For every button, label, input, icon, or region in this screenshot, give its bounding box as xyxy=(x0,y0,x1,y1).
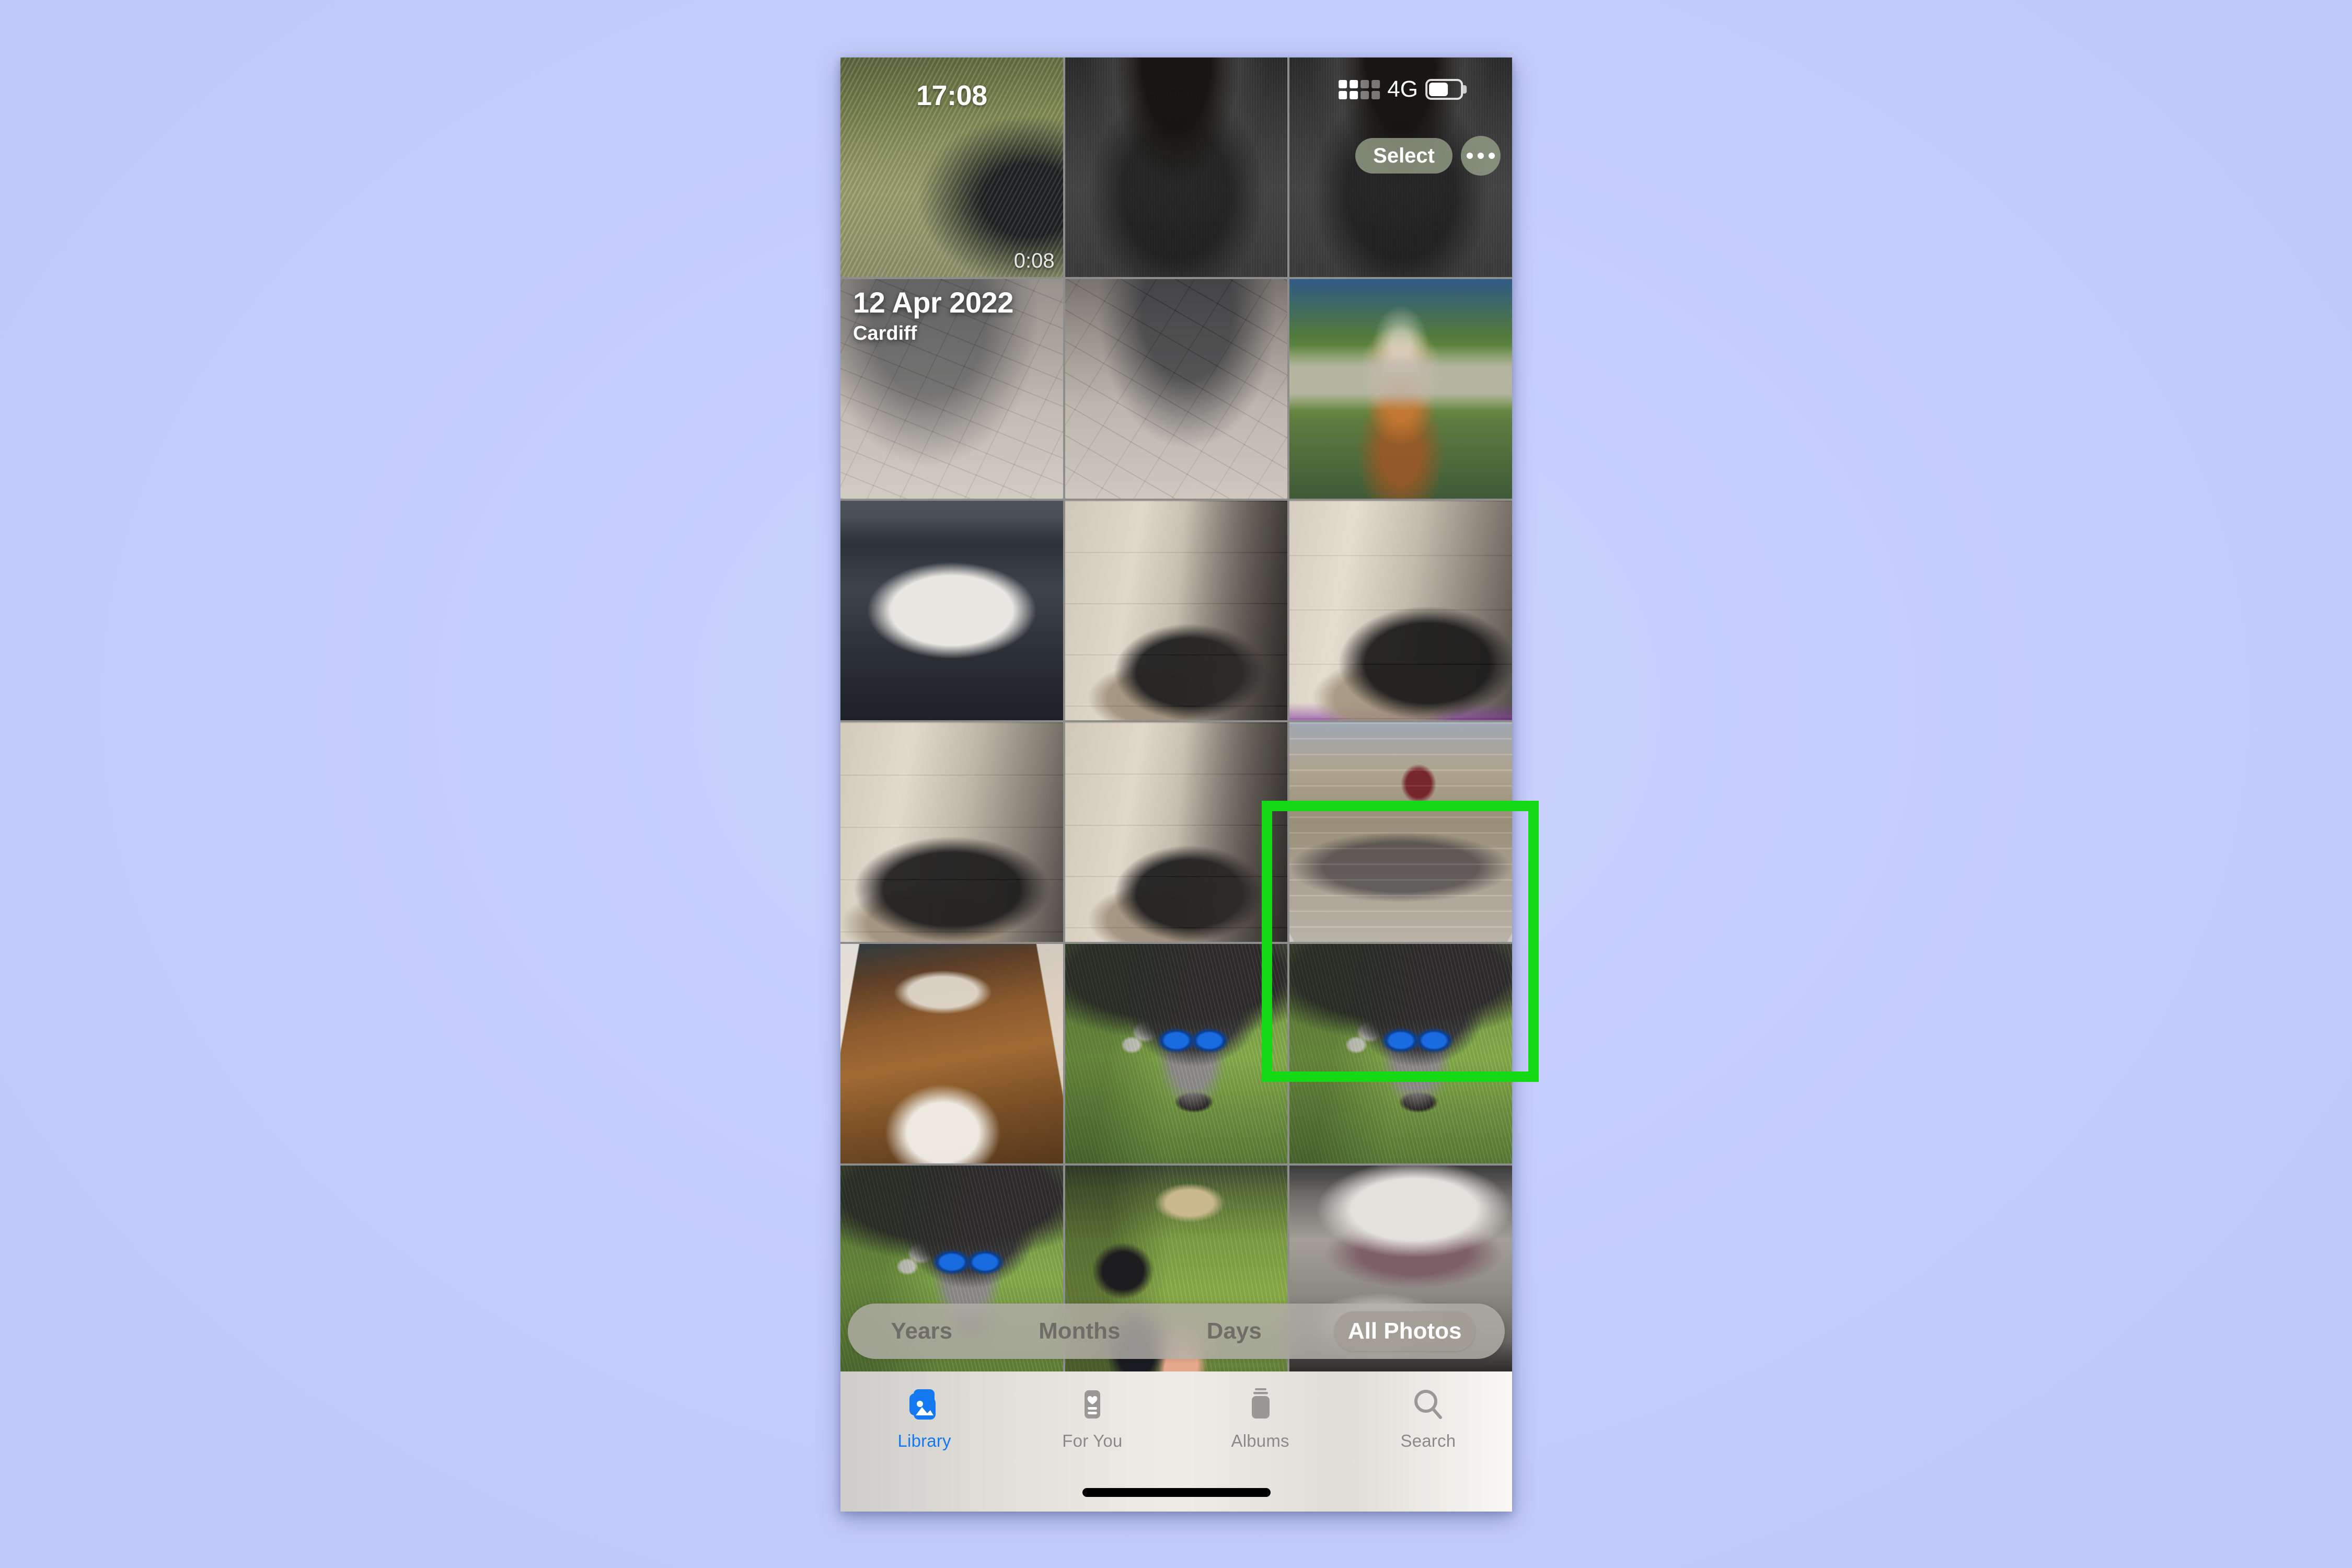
screenshot-root: 17:08 0:08 4G 12 Apr 2022 Cardiff Select… xyxy=(0,0,2352,1568)
photo-cell-dog-sunglasses-grass[interactable] xyxy=(1065,944,1288,1163)
photo-grid[interactable]: 17:08 0:08 4G 12 Apr 2022 Cardiff xyxy=(840,57,1512,1512)
segment-years[interactable]: Years xyxy=(878,1311,966,1351)
segment-days[interactable]: Days xyxy=(1193,1311,1275,1351)
tab-albums[interactable]: Albums xyxy=(1177,1385,1344,1451)
network-type-label: 4G xyxy=(1387,76,1419,102)
ellipsis-icon xyxy=(1489,153,1495,159)
phone-screen: 17:08 0:08 4G 12 Apr 2022 Cardiff Select… xyxy=(840,57,1512,1512)
segment-months[interactable]: Months xyxy=(1025,1311,1134,1351)
status-bar-clock: 17:08 xyxy=(916,80,987,111)
photo-thumbnail-bedroom-dog-lying xyxy=(840,722,1063,942)
photo-cell-bedroom-dog-sleeping[interactable] xyxy=(1065,722,1288,942)
photo-stack-icon xyxy=(905,1385,944,1424)
photo-cell-field-from-train[interactable]: 17:08 0:08 xyxy=(840,57,1063,277)
tab-albums-label: Albums xyxy=(1231,1431,1289,1450)
photo-thumbnail-bedroom-dog-on-bed xyxy=(1065,501,1288,720)
search-magnifier-icon xyxy=(1409,1385,1447,1424)
photo-thumbnail-cardiff-street-dog-coat xyxy=(840,279,1063,499)
photo-thumbnail-street-performer-bath xyxy=(1289,722,1512,942)
tab-for-you-label: For You xyxy=(1062,1431,1123,1450)
tab-search-label: Search xyxy=(1400,1431,1456,1450)
ellipsis-icon xyxy=(1478,153,1484,159)
for-you-heart-card-icon xyxy=(1073,1385,1112,1424)
photo-cell-car-boot-dog-bed[interactable] xyxy=(840,501,1063,720)
photo-thumbnail-antique-wooden-table xyxy=(840,944,1063,1163)
battery-icon xyxy=(1425,79,1467,100)
photo-thumbnail-red-squirrel xyxy=(1289,279,1512,499)
tab-library[interactable]: Library xyxy=(840,1385,1008,1451)
library-scope-segmented-control[interactable]: Years Months Days All Photos xyxy=(848,1304,1505,1359)
video-duration-badge: 0:08 xyxy=(1013,249,1055,272)
ellipsis-icon xyxy=(1467,153,1473,159)
tab-search[interactable]: Search xyxy=(1344,1385,1512,1451)
photo-thumbnail-cardiff-street-dog-walk xyxy=(1065,279,1288,499)
top-action-buttons: Select xyxy=(1355,136,1501,176)
more-options-button[interactable] xyxy=(1461,136,1501,176)
segment-all-photos[interactable]: All Photos xyxy=(1334,1311,1475,1351)
status-bar-indicators: 4G xyxy=(1339,76,1467,102)
photo-thumbnail-car-boot-dog-bed xyxy=(840,501,1063,720)
photo-thumbnail-bedroom-dog-stretched xyxy=(1289,501,1512,720)
photo-cell-antique-wooden-table[interactable] xyxy=(840,944,1063,1163)
photo-thumbnail-dog-sunglasses-grass-selected xyxy=(1289,944,1512,1163)
tab-library-label: Library xyxy=(897,1431,951,1450)
photo-cell-bedroom-dog-stretched[interactable] xyxy=(1289,501,1512,720)
photo-cell-bedroom-dog-lying[interactable] xyxy=(840,722,1063,942)
select-button[interactable]: Select xyxy=(1355,138,1452,174)
photo-cell-bedroom-dog-on-bed[interactable] xyxy=(1065,501,1288,720)
photo-cell-cardiff-street-dog-coat[interactable]: 12 Apr 2022 Cardiff xyxy=(840,279,1063,499)
tab-for-you[interactable]: For You xyxy=(1008,1385,1176,1451)
photo-cell-dog-sunglasses-grass-selected[interactable] xyxy=(1289,944,1512,1163)
photo-cell-person-tshirt[interactable] xyxy=(1065,57,1288,277)
photo-cell-cardiff-street-dog-walk[interactable] xyxy=(1065,279,1288,499)
albums-stack-icon xyxy=(1241,1385,1279,1424)
photo-thumbnail-dog-sunglasses-grass xyxy=(1065,944,1288,1163)
cellular-signal-icon xyxy=(1339,79,1380,99)
home-indicator[interactable] xyxy=(1082,1488,1271,1497)
photo-thumbnail-person-tshirt xyxy=(1065,57,1288,277)
photo-cell-street-performer-bath[interactable] xyxy=(1289,722,1512,942)
photo-cell-red-squirrel[interactable] xyxy=(1289,279,1512,499)
photo-thumbnail-bedroom-dog-sleeping xyxy=(1065,722,1288,942)
